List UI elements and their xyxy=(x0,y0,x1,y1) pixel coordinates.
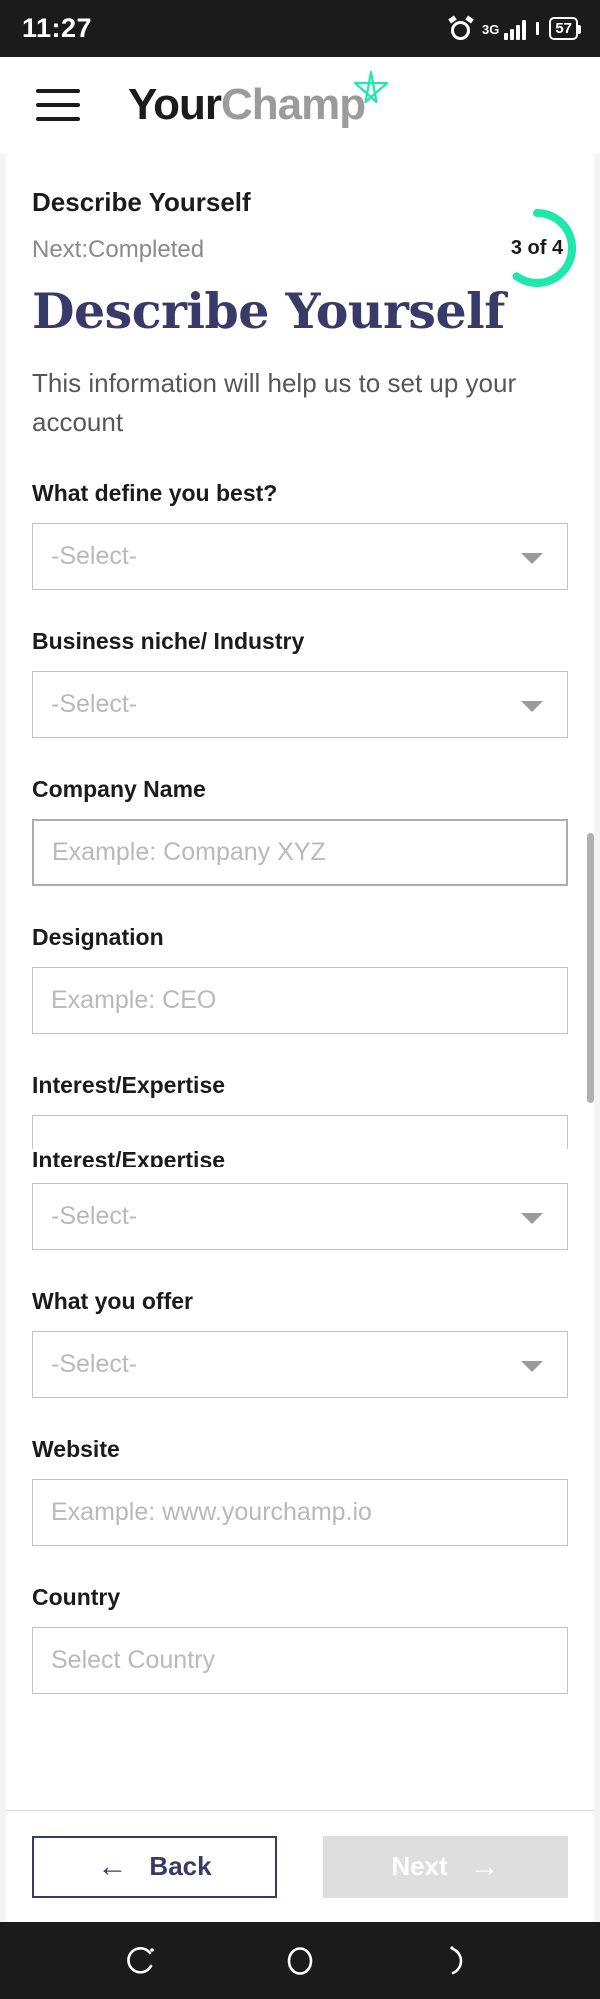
field-label: What you offer xyxy=(32,1288,193,1314)
next-button[interactable]: Next → xyxy=(323,1835,568,1898)
phone-screen: 11:27 3G 57 YourChamp 3 of 4 Describe Yo… xyxy=(0,0,600,1999)
alarm-clock-icon xyxy=(448,14,474,41)
page-title: Describe Yourself xyxy=(32,282,505,340)
what-defines-you-best-select[interactable]: -Select- xyxy=(32,523,568,590)
form-footer: ← Back Next → xyxy=(6,1810,594,1922)
app-logo[interactable]: YourChamp xyxy=(128,70,389,129)
field-what-defines-you-best: What define you best? -Select- xyxy=(32,480,568,590)
vertical-scrollbar[interactable] xyxy=(587,833,594,1103)
select-value: -Select- xyxy=(51,1202,138,1230)
signal-separator-icon xyxy=(536,22,540,35)
field-company-name: Company Name Example: Company XYZ xyxy=(32,776,568,886)
android-nav-bar xyxy=(0,1922,600,1999)
field-label: What define you best? xyxy=(32,480,278,506)
business-niche-industry-select[interactable]: -Select- xyxy=(32,671,568,738)
step-title: Describe Yourself xyxy=(32,187,251,217)
website-input[interactable]: Example: www.yourchamp.io xyxy=(32,1479,568,1546)
field-interest-expertise: Interest/Expertise Interest/Expertise -S… xyxy=(32,1072,568,1250)
form-card: 3 of 4 Describe Yourself Next:Completed … xyxy=(6,153,594,1922)
field-label: Designation xyxy=(32,924,164,950)
input-placeholder: Example: CEO xyxy=(51,986,217,1014)
field-label: Business niche/ Industry xyxy=(32,628,305,654)
signal-bars-icon xyxy=(504,18,527,40)
network-type-label: 3G xyxy=(481,21,500,37)
field-label: Country xyxy=(32,1584,121,1610)
next-step-label: Next:Completed xyxy=(32,236,205,263)
render-artifact-box xyxy=(32,1115,568,1149)
logo-text-secondary: Champ xyxy=(220,80,366,129)
back-icon[interactable] xyxy=(443,1944,477,1978)
what-you-offer-select[interactable]: -Select- xyxy=(32,1331,568,1398)
field-country: Country Select Country xyxy=(32,1584,568,1694)
input-placeholder: Example: www.yourchamp.io xyxy=(51,1498,372,1526)
status-icons: 3G 57 xyxy=(448,14,581,41)
designation-input[interactable]: Example: CEO xyxy=(32,967,568,1034)
arrow-right-icon: → xyxy=(469,1849,500,1883)
field-business-niche-industry: Business niche/ Industry -Select- xyxy=(32,628,568,738)
logo-text-primary: Your xyxy=(128,80,222,129)
select-value: Select Country xyxy=(51,1646,215,1674)
battery-indicator: 57 xyxy=(549,17,581,40)
country-select[interactable]: Select Country xyxy=(32,1627,568,1694)
render-artifact-label: Interest/Expertise xyxy=(32,1147,226,1167)
status-bar: 11:27 3G 57 xyxy=(0,0,600,57)
chevron-down-icon xyxy=(521,1360,543,1372)
field-what-you-offer: What you offer -Select- xyxy=(32,1288,568,1398)
select-value: -Select- xyxy=(51,690,138,718)
back-button[interactable]: ← Back xyxy=(32,1835,277,1898)
field-label: Website xyxy=(32,1436,120,1462)
hamburger-menu-icon[interactable] xyxy=(36,89,80,121)
field-label: Company Name xyxy=(32,776,206,802)
progress-ring: 3 of 4 xyxy=(494,205,580,291)
app-bar: YourChamp xyxy=(0,57,600,153)
chevron-down-icon xyxy=(521,700,543,712)
back-button-label: Back xyxy=(149,1851,212,1881)
field-label: Interest/Expertise xyxy=(32,1072,226,1098)
select-value: -Select- xyxy=(51,542,138,570)
company-name-input[interactable]: Example: Company XYZ xyxy=(32,819,568,886)
interest-expertise-select[interactable]: -Select- xyxy=(32,1183,568,1250)
page-subtitle: This information will help us to set up … xyxy=(32,368,517,437)
next-button-label: Next xyxy=(391,1851,448,1881)
arrow-left-icon: ← xyxy=(97,1849,128,1883)
field-website: Website Example: www.yourchamp.io xyxy=(32,1436,568,1546)
select-value: -Select- xyxy=(51,1350,138,1378)
star-icon xyxy=(351,69,391,117)
chevron-down-icon xyxy=(521,1212,543,1224)
home-circle-icon[interactable] xyxy=(283,1944,317,1978)
chevron-down-icon xyxy=(521,552,543,564)
status-time: 11:27 xyxy=(22,13,93,43)
progress-label: 3 of 4 xyxy=(510,236,564,259)
recent-apps-icon[interactable] xyxy=(123,1944,157,1978)
input-placeholder: Example: Company XYZ xyxy=(52,838,326,866)
field-designation: Designation Example: CEO xyxy=(32,924,568,1034)
